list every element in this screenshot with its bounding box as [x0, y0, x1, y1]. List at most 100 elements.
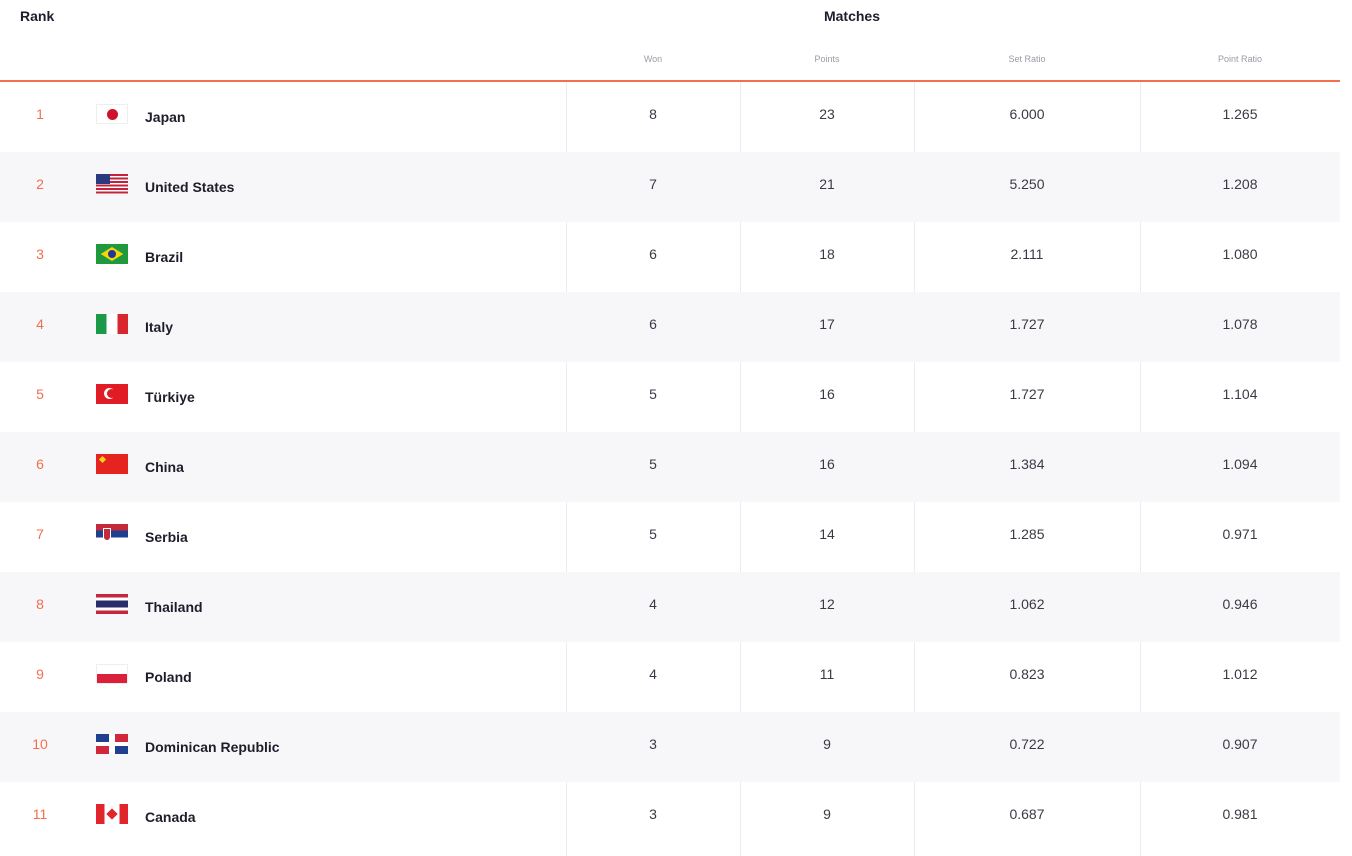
- set-ratio-cell: 6.000: [1009, 106, 1045, 122]
- points-cell: 17: [819, 316, 835, 332]
- standings-table: Rank Matches Won Points Set Ratio Point …: [0, 0, 1352, 856]
- rank-cell: 2: [36, 176, 44, 192]
- team-name: Türkiye: [145, 389, 195, 405]
- team-name: Brazil: [145, 249, 184, 265]
- team-cell: Türkiye: [96, 362, 556, 432]
- won-cell: 3: [649, 736, 657, 752]
- team-cell: United States: [96, 152, 556, 222]
- point-ratio-cell: 0.946: [1222, 596, 1258, 612]
- point-ratio-cell: 1.094: [1222, 456, 1258, 472]
- point-ratio-cell: 0.907: [1222, 736, 1258, 752]
- points-cell: 14: [819, 526, 835, 542]
- points-cell: 18: [819, 246, 835, 262]
- won-cell: 5: [649, 526, 657, 542]
- table-row[interactable]: 1 Japan 8 23 6.000 1.265: [0, 82, 1340, 152]
- set-ratio-cell: 0.722: [1009, 736, 1045, 752]
- table-row[interactable]: 9 Poland 4 11 0.823 1.012: [0, 642, 1340, 712]
- rank-cell: 11: [32, 806, 48, 822]
- dominican-republic-flag-icon: [96, 734, 128, 754]
- table-row[interactable]: 3 Brazil 6 18 2.111 1.080: [0, 222, 1340, 292]
- team-name: Serbia: [145, 529, 188, 545]
- set-ratio-cell: 1.727: [1009, 316, 1045, 332]
- points-cell: 21: [819, 176, 835, 192]
- won-cell: 5: [649, 456, 657, 472]
- won-column-header: Won: [643, 54, 663, 64]
- table-header: Rank Matches Won Points Set Ratio Point …: [0, 0, 1340, 82]
- point-ratio-cell: 1.265: [1222, 106, 1258, 122]
- turkiye-flag-icon: [96, 384, 128, 404]
- rank-cell: 10: [32, 736, 48, 752]
- table-row[interactable]: 5 Türkiye 5 16 1.727 1.104: [0, 362, 1340, 432]
- team-cell: Thailand: [96, 572, 556, 642]
- rank-cell: 7: [36, 526, 44, 542]
- italy-flag-icon: [96, 314, 128, 334]
- rank-cell: 8: [36, 596, 44, 612]
- set-ratio-cell: 1.727: [1009, 386, 1045, 402]
- point-ratio-cell: 1.078: [1222, 316, 1258, 332]
- point-ratio-cell: 0.981: [1222, 806, 1258, 822]
- won-cell: 7: [649, 176, 657, 192]
- japan-flag-icon: [96, 104, 128, 124]
- won-cell: 3: [649, 806, 657, 822]
- rank-header: Rank: [20, 8, 55, 24]
- rank-cell: 9: [36, 666, 44, 682]
- point-ratio-cell: 1.012: [1222, 666, 1258, 682]
- set-ratio-cell: 2.111: [1010, 246, 1044, 262]
- team-cell: Japan: [96, 82, 556, 152]
- brazil-flag-icon: [96, 244, 128, 264]
- won-cell: 4: [649, 596, 657, 612]
- china-flag-icon: [96, 454, 128, 474]
- team-name: Thailand: [145, 599, 203, 615]
- points-column-header: Points: [814, 54, 840, 64]
- team-cell: Dominican Republic: [96, 712, 556, 782]
- team-cell: Brazil: [96, 222, 556, 292]
- set-ratio-cell: 1.285: [1009, 526, 1045, 542]
- points-cell: 16: [819, 456, 835, 472]
- united-states-flag-icon: [96, 174, 128, 194]
- canada-flag-icon: [96, 804, 128, 824]
- points-cell: 11: [819, 666, 835, 682]
- table-row[interactable]: 11 Canada 3 9 0.687 0.981: [0, 782, 1340, 852]
- set-ratio-cell: 1.384: [1009, 456, 1045, 472]
- set-ratio-column-header: Set Ratio: [1008, 54, 1046, 64]
- team-cell: Canada: [96, 782, 556, 852]
- table-row[interactable]: 2 United States 7 21 5.250 1.208: [0, 152, 1340, 222]
- set-ratio-cell: 5.250: [1009, 176, 1045, 192]
- table-row[interactable]: 10 Dominican Republic 3 9 0.722 0.907: [0, 712, 1340, 782]
- team-cell: China: [96, 432, 556, 502]
- table-row[interactable]: 4 Italy 6 17 1.727 1.078: [0, 292, 1340, 362]
- table-row[interactable]: 6 China 5 16 1.384 1.094: [0, 432, 1340, 502]
- point-ratio-cell: 1.208: [1222, 176, 1258, 192]
- won-cell: 5: [649, 386, 657, 402]
- team-name: Japan: [145, 109, 186, 125]
- won-cell: 6: [649, 316, 657, 332]
- rank-cell: 1: [36, 106, 44, 122]
- team-name: Italy: [145, 319, 174, 335]
- won-cell: 6: [649, 246, 657, 262]
- table-body: 1 Japan 8 23 6.000 1.265 2 United States 7 21 5.25…: [0, 82, 1340, 852]
- rank-cell: 6: [36, 456, 44, 472]
- thailand-flag-icon: [96, 594, 128, 614]
- table-row[interactable]: 7 Serbia 5 14 1.285 0.971: [0, 502, 1340, 572]
- team-name: Poland: [145, 669, 192, 685]
- point-ratio-column-header: Point Ratio: [1217, 54, 1263, 64]
- rank-cell: 4: [36, 316, 44, 332]
- team-name: Canada: [145, 809, 196, 825]
- set-ratio-cell: 0.687: [1009, 806, 1045, 822]
- team-cell: Italy: [96, 292, 556, 362]
- serbia-flag-icon: [96, 524, 128, 544]
- points-cell: 16: [819, 386, 835, 402]
- rank-cell: 5: [36, 386, 44, 402]
- table-row[interactable]: 8 Thailand 4 12 1.062 0.946: [0, 572, 1340, 642]
- won-cell: 8: [649, 106, 657, 122]
- set-ratio-cell: 0.823: [1009, 666, 1045, 682]
- points-cell: 9: [823, 806, 831, 822]
- points-cell: 12: [819, 596, 835, 612]
- matches-header: Matches: [823, 8, 881, 24]
- team-cell: Poland: [96, 642, 556, 712]
- point-ratio-cell: 1.104: [1222, 386, 1258, 402]
- points-cell: 23: [819, 106, 835, 122]
- team-name: United States: [145, 179, 235, 195]
- set-ratio-cell: 1.062: [1009, 596, 1045, 612]
- team-name: Dominican Republic: [145, 739, 280, 755]
